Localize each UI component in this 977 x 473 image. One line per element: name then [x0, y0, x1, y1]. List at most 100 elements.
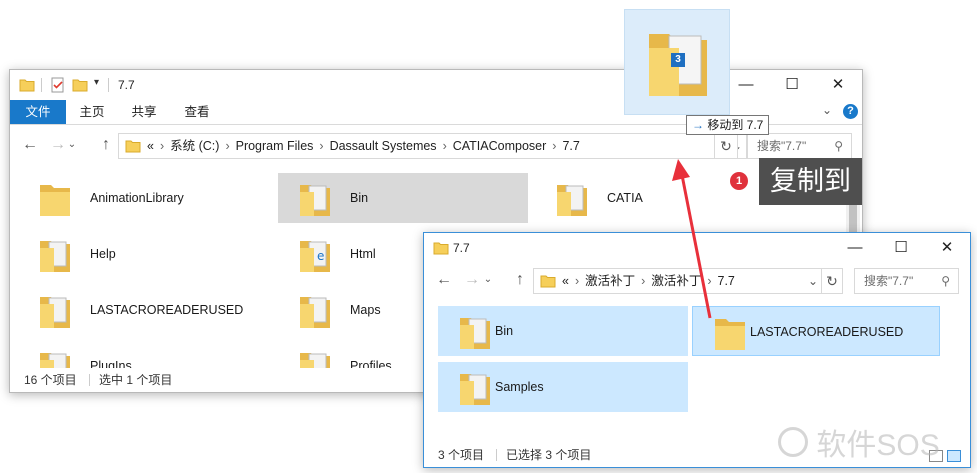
- list-item[interactable]: Samples: [438, 362, 688, 412]
- forward-button[interactable]: →: [462, 270, 482, 290]
- close-button[interactable]: ✕: [924, 233, 970, 263]
- breadcrumb-item[interactable]: Program Files: [236, 139, 314, 153]
- list-item[interactable]: Bin: [438, 306, 688, 356]
- folder-icon: [460, 374, 490, 405]
- folder-icon: [300, 353, 330, 368]
- breadcrumb-overflow[interactable]: «: [562, 274, 569, 288]
- breadcrumb-item[interactable]: 激活补丁: [585, 274, 635, 288]
- item-label: AnimationLibrary: [90, 191, 184, 205]
- properties-icon[interactable]: [50, 77, 66, 93]
- tab-home[interactable]: 主页: [70, 100, 114, 124]
- breadcrumb-item[interactable]: 系统 (C:): [170, 139, 219, 153]
- folder-icon: [540, 275, 556, 288]
- watermark-text: 软件SOS: [816, 429, 940, 462]
- folder-icon: [40, 185, 70, 216]
- search-placeholder: 搜索"7.7": [864, 274, 914, 288]
- minimize-button[interactable]: —: [832, 233, 878, 263]
- qat-divider: [41, 78, 42, 92]
- selected-count: 已选择 3 个项目: [506, 448, 592, 462]
- breadcrumb-separator-icon[interactable]: ›: [575, 274, 579, 288]
- list-item[interactable]: Help: [18, 229, 268, 279]
- back-button[interactable]: ←: [434, 270, 454, 290]
- up-button[interactable]: ↑: [510, 270, 530, 290]
- breadcrumb-separator-icon[interactable]: ›: [641, 274, 645, 288]
- watermark: 软件SOS: [778, 420, 940, 464]
- breadcrumb-overflow[interactable]: «: [147, 139, 154, 153]
- breadcrumb-separator-icon[interactable]: ›: [225, 139, 229, 153]
- breadcrumb-separator-icon[interactable]: ›: [160, 139, 164, 153]
- drag-tooltip-text: 移动到 7.7: [707, 118, 764, 132]
- title-bar[interactable]: ▾ 7.7 — ☐ ✕: [10, 70, 862, 100]
- breadcrumb-item[interactable]: CATIAComposer: [453, 139, 547, 153]
- drag-preview: 3: [624, 9, 730, 115]
- new-folder-icon[interactable]: [72, 77, 88, 93]
- folder-icon: [40, 353, 70, 368]
- maximize-button[interactable]: ☐: [769, 70, 815, 100]
- item-count: 16 个项目: [24, 373, 77, 387]
- step-number-badge: 1: [730, 172, 748, 190]
- annotation-arrow: [672, 159, 712, 319]
- up-button[interactable]: ↑: [96, 135, 116, 155]
- recent-locations-icon[interactable]: ⌄: [66, 135, 78, 155]
- window-title: 7.7: [453, 241, 470, 255]
- folder-icon: [300, 185, 330, 216]
- refresh-button[interactable]: ↻: [821, 268, 843, 294]
- folder-icon: [300, 297, 330, 328]
- tab-view[interactable]: 查看: [175, 100, 219, 124]
- item-label: Profiles: [350, 359, 392, 368]
- tab-share[interactable]: 共享: [122, 100, 166, 124]
- folder-icon: [557, 185, 587, 216]
- item-count: 3 个项目: [438, 448, 485, 462]
- recent-locations-icon[interactable]: ⌄: [482, 270, 494, 290]
- folder-icon: [19, 79, 35, 92]
- help-icon[interactable]: ?: [843, 104, 858, 119]
- item-label: Bin: [350, 191, 369, 205]
- item-label: Samples: [495, 380, 544, 394]
- status-divider: [89, 374, 90, 386]
- item-label: PlugIns: [90, 359, 132, 368]
- list-item[interactable]: Bin: [278, 173, 528, 223]
- forward-button[interactable]: →: [48, 135, 68, 155]
- folder-icon: [40, 241, 70, 272]
- address-bar[interactable]: « › 系统 (C:) › Program Files › Dassault Systeme…: [118, 133, 747, 159]
- item-label: CATIA: [607, 191, 643, 205]
- qat-dropdown-icon[interactable]: ▾: [94, 77, 99, 88]
- close-button[interactable]: ✕: [815, 70, 861, 100]
- window-title: 7.7: [118, 78, 135, 92]
- folder-icon: [433, 242, 449, 255]
- breadcrumb-separator-icon[interactable]: ›: [552, 139, 556, 153]
- breadcrumb-separator-icon[interactable]: ›: [319, 139, 323, 153]
- breadcrumb: « › 系统 (C:) › Program Files › Dassault Systeme…: [147, 134, 586, 158]
- ribbon-expand-icon[interactable]: ⌄: [822, 103, 832, 117]
- search-placeholder: 搜索"7.7": [757, 139, 807, 153]
- search-input[interactable]: 搜索"7.7" ⚲: [747, 133, 852, 159]
- back-button[interactable]: ←: [20, 135, 40, 155]
- breadcrumb-item[interactable]: 7.7: [562, 139, 579, 153]
- item-label: Maps: [350, 303, 381, 317]
- list-item[interactable]: LASTACROREADERUSED: [18, 285, 268, 335]
- search-icon: ⚲: [941, 274, 950, 288]
- item-label: Html: [350, 247, 376, 261]
- folder-icon: [460, 318, 490, 349]
- tab-file[interactable]: 文件: [10, 100, 66, 124]
- breadcrumb-item[interactable]: Dassault Systemes: [330, 139, 437, 153]
- drag-tooltip: → 移动到 7.7: [686, 115, 770, 135]
- address-dropdown-icon[interactable]: ⌄: [808, 269, 818, 293]
- drag-count-badge: 3: [671, 53, 685, 67]
- search-input[interactable]: 搜索"7.7" ⚲: [854, 268, 959, 294]
- large-icons-view-icon[interactable]: [947, 450, 961, 462]
- breadcrumb-separator-icon[interactable]: ›: [443, 139, 447, 153]
- watermark-logo-icon: [778, 427, 808, 457]
- qat-divider: [108, 78, 109, 92]
- svg-text:e: e: [317, 249, 324, 263]
- search-icon: ⚲: [834, 139, 843, 153]
- folder-icon: e: [300, 241, 330, 272]
- list-item[interactable]: PlugIns: [18, 341, 268, 368]
- item-label: LASTACROREADERUSED: [90, 303, 244, 317]
- item-label: Bin: [495, 324, 514, 338]
- annotation-label: 复制到: [759, 158, 862, 205]
- item-label: LASTACROREADERUSED: [750, 325, 904, 339]
- maximize-button[interactable]: ☐: [878, 233, 924, 263]
- item-label: Help: [90, 247, 116, 261]
- list-item[interactable]: AnimationLibrary: [18, 173, 268, 223]
